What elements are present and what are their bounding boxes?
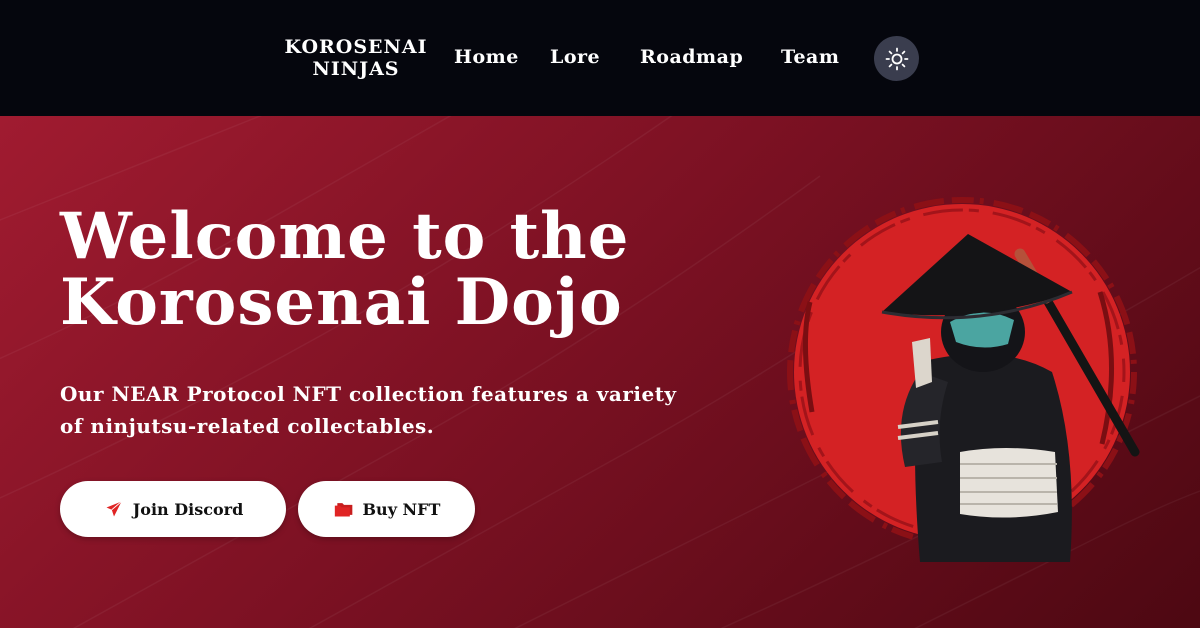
sun-icon [885,47,908,70]
nav-team[interactable]: Team [781,46,839,68]
folder-icon [333,499,355,519]
buy-nft-label: Buy NFT [362,499,441,519]
nav-home[interactable]: Home [454,46,519,68]
ninja-illustration [787,197,1140,562]
nav-roadmap[interactable]: Roadmap [640,46,743,68]
brand-logo[interactable]: KOROSENAI NINJAS [280,36,432,80]
buy-nft-button[interactable]: Buy NFT [298,481,475,537]
join-discord-label: Join Discord [132,499,244,519]
navbar: KOROSENAI NINJAS Home Lore Roadmap Team [0,0,1200,116]
nav-lore[interactable]: Lore [550,46,600,68]
theme-toggle-button[interactable] [874,36,919,81]
hero-subtitle: Our NEAR Protocol NFT collection feature… [60,382,677,438]
paper-plane-icon [103,499,125,519]
hero-title: Welcome to the Korosenai Dojo [60,199,630,340]
hero-section: Welcome to the Korosenai Dojo Our NEAR P… [0,116,1200,628]
join-discord-button[interactable]: Join Discord [60,481,286,537]
